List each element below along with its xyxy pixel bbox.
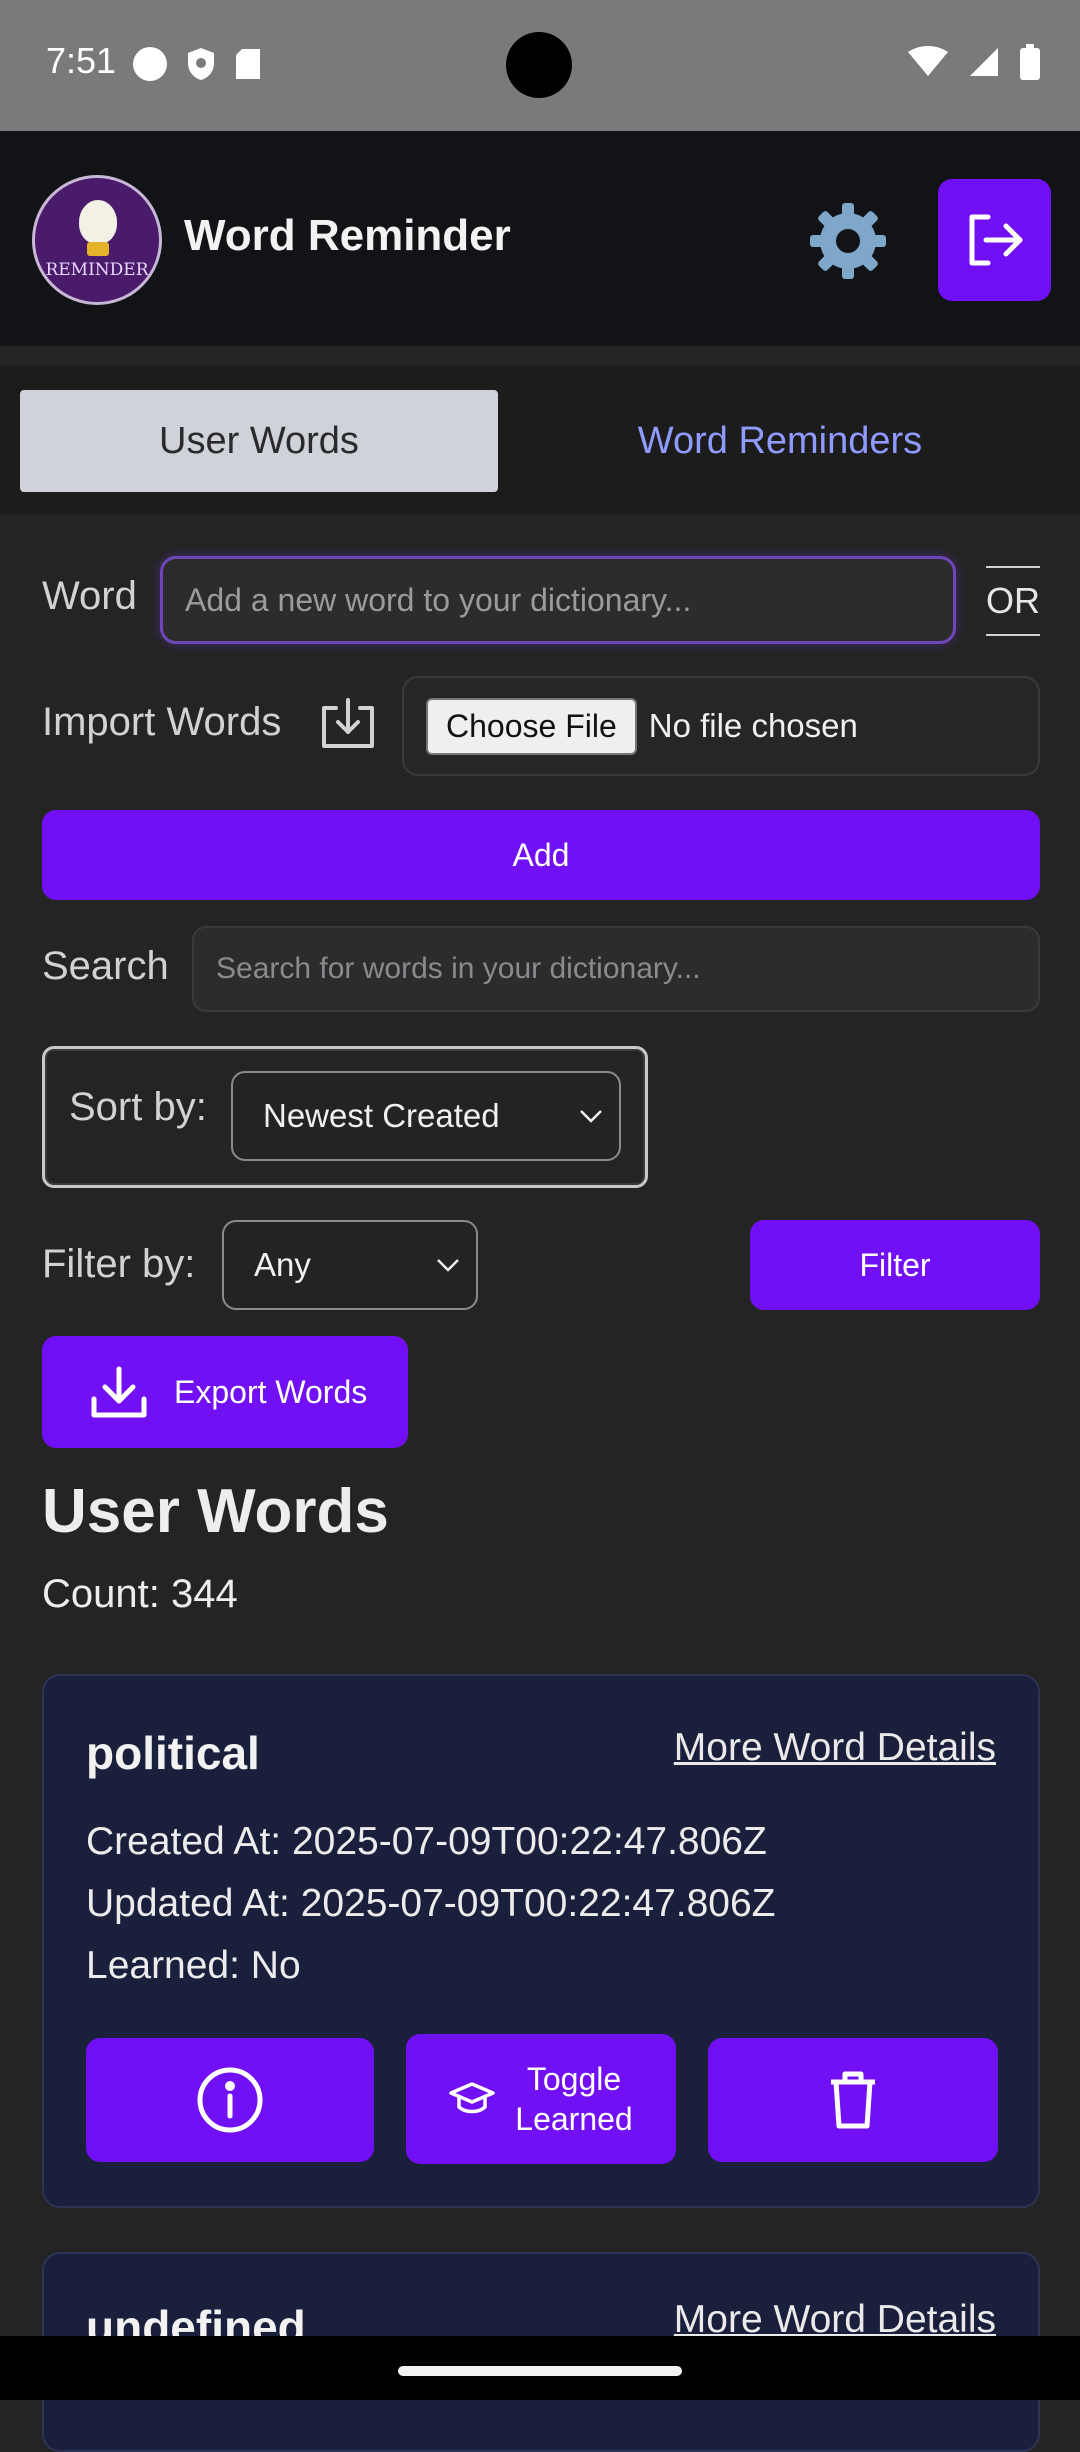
sd-card-icon	[236, 49, 260, 79]
app-logo: REMINDER	[32, 175, 162, 305]
search-input[interactable]: Search for words in your dictionary...	[192, 926, 1040, 1012]
download-icon	[91, 1366, 147, 1418]
tab-bar: User Words Word Reminders	[0, 366, 1080, 514]
filter-label: Filter by:	[42, 1242, 196, 1286]
word-card: political More Word Details Created At: …	[42, 1674, 1040, 2208]
or-divider: OR	[986, 566, 1040, 636]
word-text: political	[86, 1727, 260, 1779]
word-count: Count: 344	[42, 1572, 238, 1616]
updated-at: Updated At: 2025-07-09T00:22:47.806Z	[86, 1882, 776, 1925]
info-icon	[197, 2067, 263, 2133]
logout-button[interactable]	[938, 179, 1051, 301]
import-words-label: Import Words	[42, 700, 282, 744]
notification-dot-icon	[133, 47, 167, 81]
filter-select[interactable]: Any	[222, 1220, 478, 1310]
sort-label: Sort by:	[69, 1085, 207, 1129]
graduation-cap-icon	[449, 2082, 496, 2114]
tab-word-reminders[interactable]: Word Reminders	[520, 390, 1040, 492]
delete-button[interactable]	[708, 2038, 998, 2162]
signal-icon	[970, 48, 998, 76]
sort-select[interactable]: Newest Created	[231, 1071, 621, 1161]
toggle-learned-button[interactable]: Toggle Learned	[406, 2034, 676, 2164]
shield-icon	[188, 48, 214, 80]
add-button[interactable]: Add	[42, 810, 1040, 900]
status-time: 7:51	[46, 40, 117, 81]
created-at: Created At: 2025-07-09T00:22:47.806Z	[86, 1820, 767, 1863]
home-gesture-handle[interactable]	[398, 2366, 682, 2376]
wifi-icon	[908, 46, 948, 76]
battery-icon	[1020, 44, 1040, 80]
front-camera	[506, 32, 572, 98]
search-label: Search	[42, 944, 169, 988]
learned-status: Learned: No	[86, 1944, 301, 1987]
file-input[interactable]: Choose File No file chosen	[402, 676, 1040, 776]
logout-icon	[969, 214, 1022, 266]
sort-container: Sort by: Newest Created	[42, 1046, 648, 1188]
word-input[interactable]: Add a new word to your dictionary...	[160, 556, 956, 644]
export-words-button[interactable]: Export Words	[42, 1336, 408, 1448]
chevron-down-icon	[580, 1110, 602, 1123]
section-title: User Words	[42, 1477, 389, 1546]
word-label: Word	[42, 574, 137, 618]
filter-button[interactable]: Filter	[750, 1220, 1040, 1310]
import-download-icon	[322, 698, 374, 748]
chevron-down-icon	[437, 1259, 459, 1272]
choose-file-button[interactable]: Choose File	[426, 697, 637, 755]
trash-icon	[831, 2071, 875, 2129]
lightbulb-icon	[79, 200, 117, 244]
info-button[interactable]	[86, 2038, 374, 2162]
tab-user-words[interactable]: User Words	[20, 390, 498, 492]
app-title: Word Reminder	[184, 211, 511, 260]
more-word-details-link[interactable]: More Word Details	[674, 1726, 996, 1770]
settings-gear-icon[interactable]	[806, 199, 890, 283]
status-bar: 7:51	[0, 0, 1080, 131]
file-status-text: No file chosen	[648, 707, 858, 744]
app-header: REMINDER Word Reminder	[0, 131, 1080, 346]
